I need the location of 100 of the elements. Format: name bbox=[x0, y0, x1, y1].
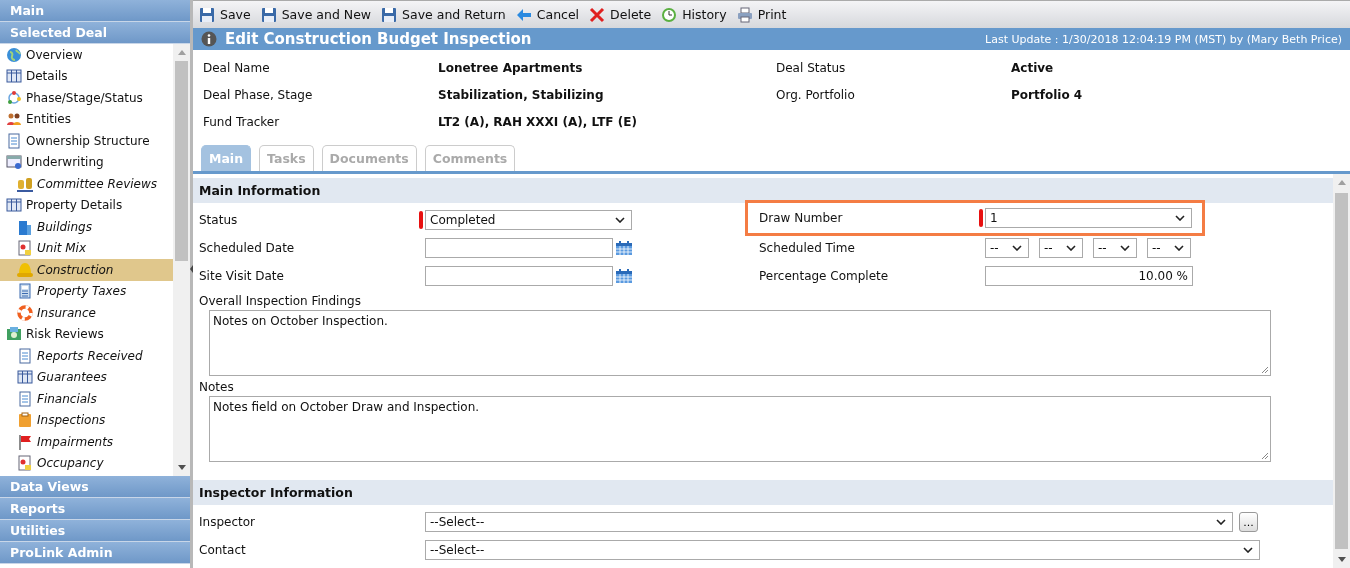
dropdown[interactable]: Completed bbox=[425, 210, 632, 230]
caret-icon bbox=[1175, 215, 1185, 221]
page-title: Edit Construction Budget Inspection bbox=[225, 30, 532, 48]
resize-grip-icon[interactable] bbox=[1261, 452, 1269, 460]
field-label: Deal Name bbox=[203, 60, 271, 75]
clock-icon bbox=[661, 6, 678, 23]
sidebar-item[interactable]: Construction bbox=[0, 259, 173, 281]
scrollbar[interactable] bbox=[173, 44, 190, 476]
dropdown[interactable]: --Select-- bbox=[425, 512, 1233, 532]
sidebar-item[interactable]: Phase/Stage/Status bbox=[0, 87, 173, 109]
field-label: Percentage Complete bbox=[759, 269, 890, 283]
field-label: Scheduled Date bbox=[199, 241, 296, 255]
sidebar-item[interactable]: Ownership Structure bbox=[0, 130, 173, 152]
sidebar-item[interactable]: Risk Reviews bbox=[0, 323, 173, 345]
sidebar-item[interactable]: Committee Reviews bbox=[0, 173, 173, 195]
sidebar-item[interactable]: Unit Mix bbox=[0, 237, 173, 259]
calendar-icon[interactable] bbox=[616, 241, 632, 255]
toolbar-button[interactable]: Save and Return bbox=[381, 6, 506, 23]
sidebar-item[interactable]: Financials bbox=[0, 388, 173, 410]
scrollbar[interactable] bbox=[1333, 174, 1350, 568]
sidebar-item[interactable]: Guarantees bbox=[0, 366, 173, 388]
lookup-button[interactable]: ... bbox=[1239, 512, 1258, 532]
toolbar-button[interactable]: Save and New bbox=[260, 6, 372, 23]
dropdown[interactable]: --Select-- bbox=[425, 540, 1260, 560]
time-dropdown[interactable]: -- bbox=[1093, 238, 1137, 258]
sidebar-item[interactable]: Buildings bbox=[0, 216, 173, 238]
calculator-icon bbox=[17, 283, 33, 300]
toolbar-button[interactable]: Print bbox=[736, 6, 787, 23]
field-label: Org. Portfolio bbox=[776, 87, 856, 102]
field-label: Overall Inspection Findings bbox=[199, 294, 362, 308]
calendar-icon[interactable] bbox=[616, 269, 632, 283]
number-field[interactable]: 10.00 % bbox=[985, 266, 1193, 286]
sidebar-item[interactable]: Reports Received bbox=[0, 345, 173, 367]
table-icon bbox=[6, 68, 22, 85]
field-label: Inspector bbox=[199, 515, 256, 529]
caret-icon bbox=[615, 217, 625, 223]
sidebar-item[interactable]: Overview bbox=[0, 44, 173, 66]
sidebar-item[interactable]: Occupancy bbox=[0, 452, 173, 474]
caret-icon bbox=[1174, 245, 1184, 251]
date-field[interactable] bbox=[425, 238, 613, 258]
sidebar-item[interactable]: Details bbox=[0, 65, 173, 87]
caret-icon bbox=[1216, 519, 1226, 525]
field-label: Status bbox=[199, 213, 239, 227]
field-value: Lonetree Apartments bbox=[438, 60, 583, 75]
section-header: Inspector Information bbox=[193, 480, 1333, 505]
lifebuoy-icon bbox=[17, 304, 33, 321]
toolbar-button[interactable]: Cancel bbox=[515, 6, 580, 23]
document-icon bbox=[17, 347, 33, 364]
clipboard-icon bbox=[17, 412, 33, 429]
resize-grip-icon[interactable] bbox=[1261, 366, 1269, 374]
window-icon bbox=[6, 154, 22, 171]
table-icon bbox=[6, 197, 22, 214]
time-dropdown[interactable]: -- bbox=[985, 238, 1029, 258]
field-label: Contact bbox=[199, 543, 247, 557]
splitter-handle[interactable] bbox=[190, 0, 193, 568]
sidebar-item[interactable]: Entities bbox=[0, 108, 173, 130]
people-icon bbox=[6, 111, 22, 128]
time-dropdown[interactable]: -- bbox=[1039, 238, 1083, 258]
field-value: Portfolio 4 bbox=[1011, 87, 1083, 102]
field-label: Deal Phase, Stage bbox=[203, 87, 314, 102]
info-icon bbox=[201, 31, 217, 47]
last-update-text: Last Update : 1/30/2018 12:04:19 PM (MST) by (Mary Beth Price) bbox=[985, 32, 1342, 46]
dropdown[interactable]: 1 bbox=[985, 208, 1192, 228]
field-label: Site Visit Date bbox=[199, 269, 285, 283]
helmet-icon bbox=[17, 261, 33, 278]
time-dropdown[interactable]: -- bbox=[1147, 238, 1191, 258]
date-field[interactable] bbox=[425, 266, 613, 286]
globe-icon bbox=[6, 46, 22, 63]
text-area[interactable]: Notes field on October Draw and Inspection. bbox=[209, 396, 1271, 462]
sidebar-item[interactable]: Impairments bbox=[0, 431, 173, 453]
caret-icon bbox=[1243, 547, 1253, 553]
caret-icon bbox=[1012, 245, 1022, 251]
field-label: Notes bbox=[199, 380, 235, 394]
flag-icon bbox=[17, 433, 33, 450]
toolbar-button[interactable]: Save bbox=[199, 6, 251, 23]
building-icon bbox=[17, 218, 33, 235]
sidebar-item[interactable]: Inspections bbox=[0, 409, 173, 431]
section-header: Main Information bbox=[193, 178, 1333, 203]
field-value: LT2 (A), RAH XXXI (A), LTF (E) bbox=[438, 114, 637, 129]
certificate-icon bbox=[17, 240, 33, 257]
coins-icon bbox=[17, 175, 33, 192]
field-label: Scheduled Time bbox=[759, 241, 856, 255]
money-icon bbox=[6, 326, 22, 343]
printer-icon bbox=[736, 6, 753, 23]
sidebar-item[interactable]: Property Taxes bbox=[0, 280, 173, 302]
caret-icon bbox=[1120, 245, 1130, 251]
text-area[interactable]: Notes on October Inspection. bbox=[209, 310, 1271, 376]
toolbar-button[interactable]: History bbox=[661, 6, 727, 23]
certificate-icon bbox=[17, 455, 33, 472]
close-icon bbox=[589, 6, 606, 23]
cycle-icon bbox=[6, 89, 22, 106]
sidebar-item[interactable]: Property Details bbox=[0, 194, 173, 216]
sidebar-item[interactable]: Insurance bbox=[0, 302, 173, 324]
document-icon bbox=[6, 132, 22, 149]
field-label: Deal Status bbox=[776, 60, 847, 75]
field-label: Draw Number bbox=[759, 211, 844, 225]
document-icon bbox=[17, 390, 33, 407]
sidebar-item[interactable]: Underwriting bbox=[0, 151, 173, 173]
toolbar-button[interactable]: Delete bbox=[589, 6, 652, 23]
field-value: Active bbox=[1011, 60, 1054, 75]
